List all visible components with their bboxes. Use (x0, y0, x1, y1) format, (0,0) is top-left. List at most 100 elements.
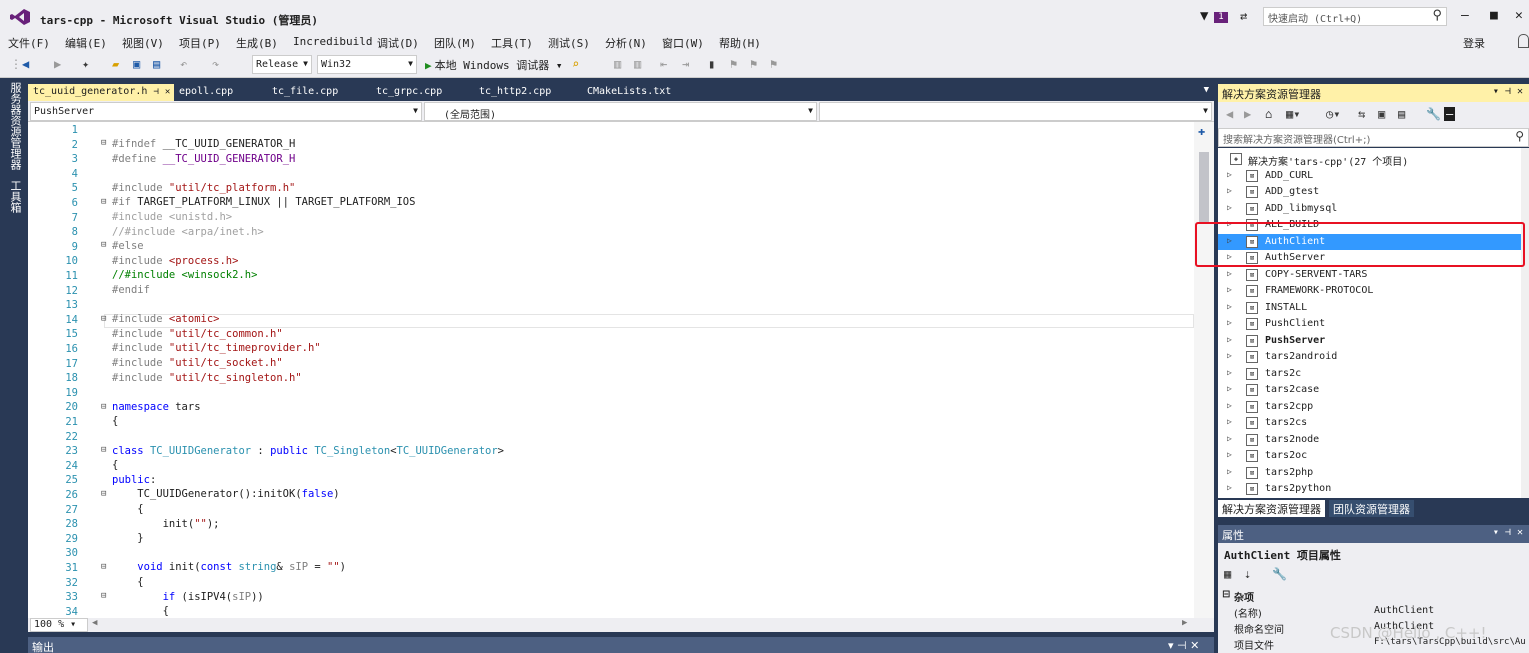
expand-icon[interactable]: ▷ (1227, 384, 1232, 393)
fold-toggle-icon[interactable]: ⊟ (101, 591, 106, 601)
menu-build[interactable]: 生成(B) (236, 35, 278, 51)
panel-options-icon[interactable]: ▾ ⊣ ✕ (1493, 86, 1523, 97)
tree-item[interactable]: ▷ ⊠ tars2python (1218, 481, 1521, 497)
next-bookmark-icon[interactable]: ⚑ (750, 57, 757, 71)
notification-filter-icon[interactable]: ▼ (1200, 8, 1208, 24)
user-icon[interactable] (1518, 34, 1529, 48)
expand-icon[interactable]: ▷ (1227, 450, 1232, 459)
comment-icon[interactable]: ▥ (614, 57, 621, 71)
scrollbar-thumb[interactable] (1199, 152, 1209, 222)
fold-toggle-icon[interactable]: ⊟ (101, 445, 106, 455)
tab-solution-explorer[interactable]: 解决方案资源管理器 (1218, 500, 1325, 517)
expand-icon[interactable]: ▷ (1227, 401, 1232, 410)
expand-icon[interactable]: ▷ (1227, 368, 1232, 377)
save-all-icon[interactable]: ▤ (153, 57, 160, 71)
tree-item[interactable]: ▷ ⊠ COPY-SERVENT-TARS (1218, 267, 1521, 283)
pending-changes-icon[interactable]: ◷▾ (1326, 107, 1340, 121)
menu-file[interactable]: 文件(F) (8, 35, 50, 51)
sync-icon[interactable]: ⇆ (1358, 107, 1365, 121)
prev-bookmark-icon[interactable]: ⚑ (730, 57, 737, 71)
fold-toggle-icon[interactable]: ⊟ (101, 314, 106, 324)
feedback-icon[interactable]: ⇄ (1240, 9, 1247, 23)
expand-icon[interactable]: ▷ (1227, 483, 1232, 492)
editor-vertical-scrollbar[interactable]: ✚ (1194, 122, 1214, 618)
tree-item[interactable]: ▷ ⊠ ADD_libmysql (1218, 201, 1521, 217)
panel-options-icon[interactable]: ▾ ⊣ ✕ (1168, 639, 1199, 652)
expand-icon[interactable]: ▷ (1227, 318, 1232, 327)
forward-icon[interactable]: ▶ (54, 57, 61, 71)
tab-tc-grpc[interactable]: tc_grpc.cpp (371, 84, 447, 101)
scroll-right-icon[interactable]: ▶ (1182, 618, 1187, 628)
back-icon[interactable]: ◀ (1226, 107, 1233, 121)
server-explorer-tab[interactable]: 服务器资源管理器 (7, 82, 23, 170)
start-debugging-button[interactable]: ▶ 本地 Windows 调试器 ▾ (425, 57, 562, 73)
property-row[interactable]: (名称) AuthClient (1218, 603, 1529, 620)
redo-icon[interactable]: ↷ (212, 57, 219, 71)
save-icon[interactable]: ▣ (133, 57, 140, 71)
preview-icon[interactable]: — (1444, 107, 1456, 121)
close-button[interactable]: ✕ (1515, 8, 1523, 23)
login-link[interactable]: 登录 (1463, 35, 1485, 51)
minimize-button[interactable]: — (1461, 8, 1469, 23)
categorized-icon[interactable]: ▦ (1224, 567, 1231, 581)
fold-toggle-icon[interactable]: ⊟ (101, 240, 106, 250)
tab-cmakelists[interactable]: CMakeLists.txt (582, 84, 676, 101)
clear-bookmarks-icon[interactable]: ⚑ (770, 57, 777, 71)
uncomment-icon[interactable]: ▥ (634, 57, 641, 71)
menu-incredibuild[interactable]: Incredibuild (293, 35, 372, 48)
fold-toggle-icon[interactable]: ⊟ (101, 489, 106, 499)
panel-options-icon[interactable]: ▾ ⊣ ✕ (1493, 527, 1523, 538)
new-project-icon[interactable]: ✦ (82, 57, 89, 71)
alphabetical-icon[interactable]: ⇣ (1244, 567, 1251, 581)
menu-window[interactable]: 窗口(W) (662, 35, 704, 51)
tab-tc-file[interactable]: tc_file.cpp (267, 84, 343, 101)
undo-icon[interactable]: ↶ (180, 57, 187, 71)
property-category[interactable]: ⊟ 杂项 (1218, 587, 1529, 604)
expand-icon[interactable]: ▷ (1227, 203, 1232, 212)
bookmark-icon[interactable]: ▮ (708, 57, 715, 71)
fold-toggle-icon[interactable]: ⊟ (101, 197, 106, 207)
menu-test[interactable]: 测试(S) (548, 35, 590, 51)
expand-icon[interactable]: ▷ (1227, 335, 1232, 344)
menu-edit[interactable]: 编辑(E) (65, 35, 107, 51)
expand-icon[interactable]: ▷ (1227, 170, 1232, 179)
tab-tc-uuid-generator[interactable]: tc_uuid_generator.h ⊣ ✕ (28, 84, 174, 101)
expand-icon[interactable]: ▷ (1227, 434, 1232, 443)
property-pages-icon[interactable]: 🔧 (1272, 567, 1287, 581)
solution-tree[interactable]: ◈ 解决方案'tars-cpp'(27 个项目) ▷ ⊠ ADD_CURL ▷ ⊠ AD… (1218, 148, 1529, 498)
project-select[interactable]: PushServer ▼ (30, 102, 422, 121)
tree-item[interactable]: ▷ ⊠ tars2case (1218, 382, 1521, 398)
tree-item[interactable]: ▷ ⊠ tars2node (1218, 432, 1521, 448)
tree-item[interactable]: ▷ ⊠ tars2oc (1218, 448, 1521, 464)
code-editor[interactable]: 1 2 3 4 5 6 7 8 9 10 11 12 13 14 15 16 1… (28, 122, 1214, 618)
output-panel-header[interactable]: 输出 ▾ ⊣ ✕ (28, 637, 1214, 653)
tree-item-startup[interactable]: ▷ ⊠ PushServer (1218, 333, 1521, 349)
toolbox-tab[interactable]: 工具箱 (7, 180, 23, 213)
tree-item[interactable]: ▷ ⊠ INSTALL (1218, 300, 1521, 316)
find-in-files-icon[interactable]: ⌕ (572, 57, 579, 71)
scroll-left-icon[interactable]: ◀ (92, 618, 97, 628)
open-file-icon[interactable]: ▰ (112, 57, 119, 71)
split-view-icon[interactable]: ✚ (1198, 124, 1205, 138)
configuration-select[interactable]: Release ▼ (252, 55, 312, 74)
expand-icon[interactable]: ▷ (1227, 269, 1232, 278)
tree-item[interactable]: ▷ ⊠ ADD_CURL (1218, 168, 1521, 184)
tab-tc-http2[interactable]: tc_http2.cpp (474, 84, 556, 101)
fold-toggle-icon[interactable]: ⊟ (101, 138, 106, 148)
expand-icon[interactable]: ▷ (1227, 186, 1232, 195)
indent-icon[interactable]: ⇤ (660, 57, 667, 71)
quick-launch-input[interactable]: 快速启动 (Ctrl+Q) ⚲ (1263, 7, 1447, 26)
collapse-icon[interactable]: ⊟ (1222, 589, 1230, 600)
tree-item[interactable]: ▷ ⊠ ADD_gtest (1218, 184, 1521, 200)
menu-team[interactable]: 团队(M) (434, 35, 476, 51)
tree-item[interactable]: ▷ ⊠ tars2cpp (1218, 399, 1521, 415)
switch-views-icon[interactable]: ▦▾ (1286, 107, 1300, 121)
menu-view[interactable]: 视图(V) (122, 35, 164, 51)
tree-scrollbar[interactable] (1521, 148, 1529, 498)
tree-item[interactable]: ▷ ⊠ PushClient (1218, 316, 1521, 332)
expand-icon[interactable]: ▷ (1227, 467, 1232, 476)
show-all-files-icon[interactable]: ▤ (1398, 107, 1405, 121)
platform-select[interactable]: Win32 ▼ (317, 55, 417, 74)
tab-overflow-icon[interactable]: ▼ (1204, 85, 1209, 95)
menu-help[interactable]: 帮助(H) (719, 35, 761, 51)
